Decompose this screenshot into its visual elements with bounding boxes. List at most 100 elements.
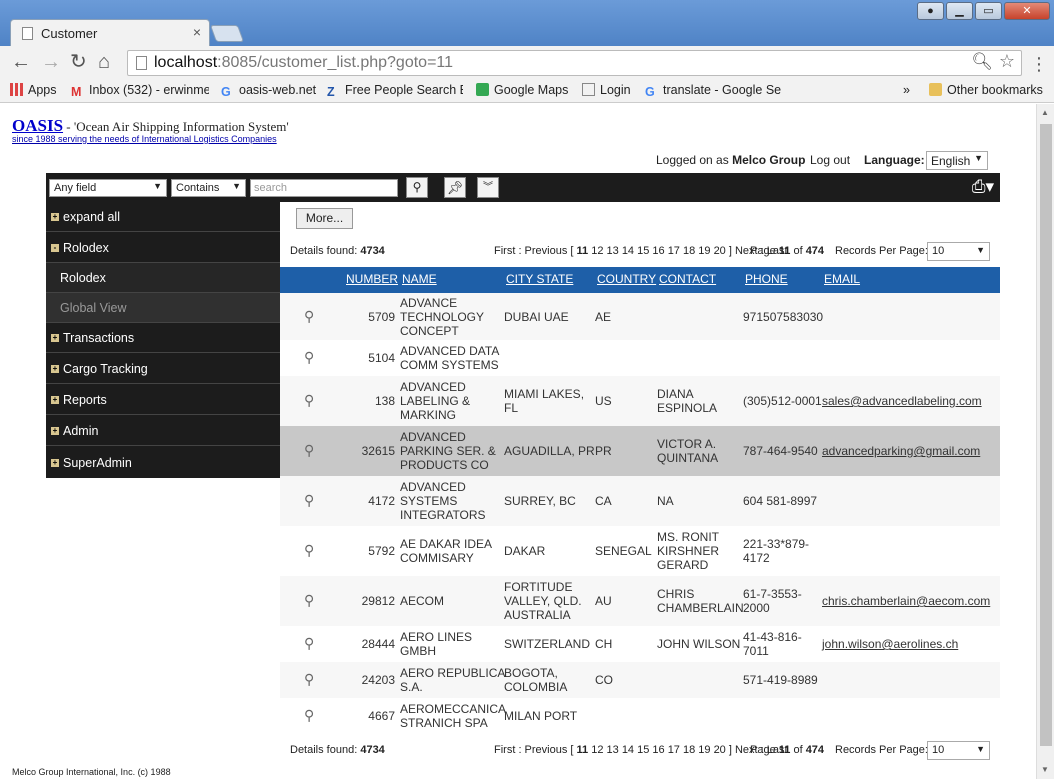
page-links[interactable]: First : Previous [ 11 12 13 14 15 16 17 …: [494, 245, 824, 257]
pin-button[interactable]: 📌︎: [444, 177, 466, 198]
cell-country: CA: [595, 494, 612, 508]
expand-button[interactable]: ︾: [477, 177, 499, 198]
close-window-icon[interactable]: ✕: [1004, 2, 1050, 20]
header-phone[interactable]: PHONE: [745, 272, 788, 286]
sidebar-item-cargo-tracking[interactable]: + Cargo Tracking: [46, 354, 280, 384]
forward-arrow-icon[interactable]: →: [41, 51, 61, 73]
view-record-icon[interactable]: ⚲: [304, 671, 314, 688]
search-button[interactable]: ⚲: [406, 177, 428, 198]
sidebar-subitem-global-view[interactable]: Global View: [46, 293, 280, 323]
table-row[interactable]: ⚲ 4667 AEROMECCANICA STRANICH SPA MILAN PORT: [280, 698, 1000, 734]
bookmark-google-maps[interactable]: Google Maps: [476, 83, 572, 97]
header-country[interactable]: COUNTRY: [597, 272, 656, 286]
sidebar-item-admin[interactable]: + Admin: [46, 416, 280, 446]
print-icon[interactable]: ⎙▾: [972, 177, 994, 197]
cell-email-link[interactable]: advancedparking@gmail.com: [822, 444, 980, 458]
reload-icon[interactable]: ↻: [70, 51, 87, 73]
sidebar-item-superadmin[interactable]: + SuperAdmin: [46, 448, 280, 478]
language-label: Language:: [864, 153, 925, 167]
new-tab-button[interactable]: [209, 25, 245, 42]
chrome-menu-icon[interactable]: ⋮: [1030, 54, 1048, 75]
cell-name: PARKING SER. &: [400, 444, 496, 458]
cell-email-link[interactable]: chris.chamberlain@aecom.com: [822, 594, 990, 608]
records-per-page-select[interactable]: 10 ▼: [927, 741, 990, 760]
bookmark-star-icon[interactable]: ☆: [999, 51, 1015, 72]
cell-number: 138: [374, 394, 395, 408]
header-contact[interactable]: CONTACT: [659, 272, 716, 286]
more-bookmarks-chevron-icon[interactable]: »: [903, 83, 910, 97]
bookmark-oasis[interactable]: Goasis-web.net: [221, 83, 317, 98]
header-name[interactable]: NAME: [402, 272, 437, 286]
view-record-icon[interactable]: ⚲: [304, 349, 314, 366]
language-select[interactable]: English ▼: [926, 151, 988, 170]
page-links[interactable]: First : Previous [ 11 12 13 14 15 16 17 …: [494, 744, 824, 756]
view-record-icon[interactable]: ⚲: [304, 392, 314, 409]
cell-phone: 571-419-8989: [743, 673, 818, 687]
scroll-up-arrow-icon[interactable]: ▲: [1041, 108, 1049, 117]
home-icon[interactable]: ⌂: [98, 51, 110, 73]
operator-select[interactable]: Contains ▼: [171, 179, 246, 197]
plus-icon: +: [51, 364, 59, 373]
table-row[interactable]: ⚲ 4172 ADVANCED SYSTEMS INTEGRATORS SURREY, B…: [280, 476, 1000, 526]
cell-email-link[interactable]: sales@advancedlabeling.com: [822, 394, 982, 408]
header-number[interactable]: NUMBER: [346, 272, 398, 286]
table-row[interactable]: ⚲ 28444 AERO LINES GMBH SWITZERLAND JOHN WILS…: [280, 626, 1000, 662]
back-arrow-icon[interactable]: ←: [11, 51, 31, 73]
header-city-state[interactable]: CITY STATE: [506, 272, 573, 286]
table-row[interactable]: ⚲ 5104 ADVANCED DATA COMM SYSTEMS: [280, 340, 1000, 376]
tab-close-icon[interactable]: ×: [193, 24, 201, 40]
sidebar-subitem-rolodex[interactable]: Rolodex: [46, 263, 280, 293]
view-record-icon[interactable]: ⚲: [304, 442, 314, 459]
cell-city: FL: [504, 401, 519, 415]
table-row[interactable]: ⚲ 5792 AE DAKAR IDEA COMMISARY DAKAR MS. RONI…: [280, 526, 1000, 576]
logout-link[interactable]: Log out: [810, 153, 850, 167]
table-row[interactable]: ⚲ 32615 ADVANCED PARKING SER. & PRODUCTS CO A…: [280, 426, 1000, 476]
address-bar[interactable]: localhost:8085/customer_list.php?goto=11…: [127, 50, 1022, 76]
view-record-icon[interactable]: ⚲: [304, 492, 314, 509]
bookmark-gmail[interactable]: M Inbox (532) - erwinme: [71, 83, 209, 98]
records-per-page-select[interactable]: 10 ▼: [927, 242, 990, 261]
cell-phone: 61-7-3553-: [743, 587, 802, 601]
page-scrollbar[interactable]: ▲ ▼: [1036, 104, 1054, 779]
bookmark-login[interactable]: Login: [582, 83, 634, 97]
scroll-down-arrow-icon[interactable]: ▼: [1041, 765, 1049, 774]
bookmark-translate[interactable]: Gtranslate - Google Se: [645, 83, 781, 98]
bookmark-other[interactable]: Other bookmarks: [929, 83, 1043, 97]
table-row[interactable]: ⚲ 138 ADVANCED LABELING & MARKING MIAMI LAKES…: [280, 376, 1000, 426]
view-record-icon[interactable]: ⚲: [304, 308, 314, 325]
app-subtitle-link[interactable]: since 1988 serving the needs of Internat…: [12, 134, 277, 144]
plus-icon: +: [51, 426, 59, 435]
bookmark-people-search[interactable]: Z Free People Search En: [327, 83, 463, 98]
field-select[interactable]: Any field ▼: [49, 179, 167, 197]
table-row[interactable]: ⚲ 5709 ADVANCE TECHNOLOGY CONCEPT DUBAI UAE 97…: [280, 293, 1000, 340]
table-row[interactable]: ⚲ 24203 AERO REPUBLICA S.A. BOGOTA, COLOMBIA 5…: [280, 662, 1000, 698]
header-email[interactable]: EMAIL: [824, 272, 860, 286]
cell-name: AEROMECCANICA: [400, 702, 507, 716]
view-record-icon[interactable]: ⚲: [304, 635, 314, 652]
cell-email-link[interactable]: john.wilson@aerolines.ch: [822, 637, 958, 651]
view-record-icon[interactable]: ⚲: [304, 592, 314, 609]
user-icon[interactable]: ●: [917, 2, 944, 20]
cell-contact: ESPINOLA: [657, 401, 718, 415]
view-record-icon[interactable]: ⚲: [304, 707, 314, 724]
browser-tab[interactable]: Customer ×: [10, 19, 210, 46]
oasis-logo-link[interactable]: OASIS: [12, 116, 63, 135]
zoom-icon[interactable]: 🔍︎: [971, 52, 993, 72]
bookmark-apps[interactable]: Apps: [10, 83, 62, 97]
footer-copyright: Melco Group International, Inc. (c) 1988: [12, 767, 171, 777]
sidebar-item-expand-all[interactable]: + expand all: [46, 202, 280, 232]
gmail-icon: M: [71, 85, 82, 98]
sidebar-item-transactions[interactable]: + Transactions: [46, 323, 280, 353]
cell-number: 32615: [361, 444, 395, 458]
sidebar-item-reports[interactable]: + Reports: [46, 385, 280, 415]
maximize-icon[interactable]: ▭: [975, 2, 1002, 20]
more-button[interactable]: More...: [296, 208, 353, 229]
scrollbar-thumb[interactable]: [1040, 124, 1052, 746]
cell-number: 28444: [361, 637, 395, 651]
search-input[interactable]: search: [250, 179, 398, 197]
table-row[interactable]: ⚲ 29812 AECOM FORTITUDE VALLEY, QLD. AUSTRALI…: [280, 576, 1000, 626]
minimize-icon[interactable]: ▁: [946, 2, 973, 20]
sidebar-item-rolodex[interactable]: - Rolodex: [46, 233, 280, 263]
page-icon: [22, 27, 33, 40]
view-record-icon[interactable]: ⚲: [304, 542, 314, 559]
